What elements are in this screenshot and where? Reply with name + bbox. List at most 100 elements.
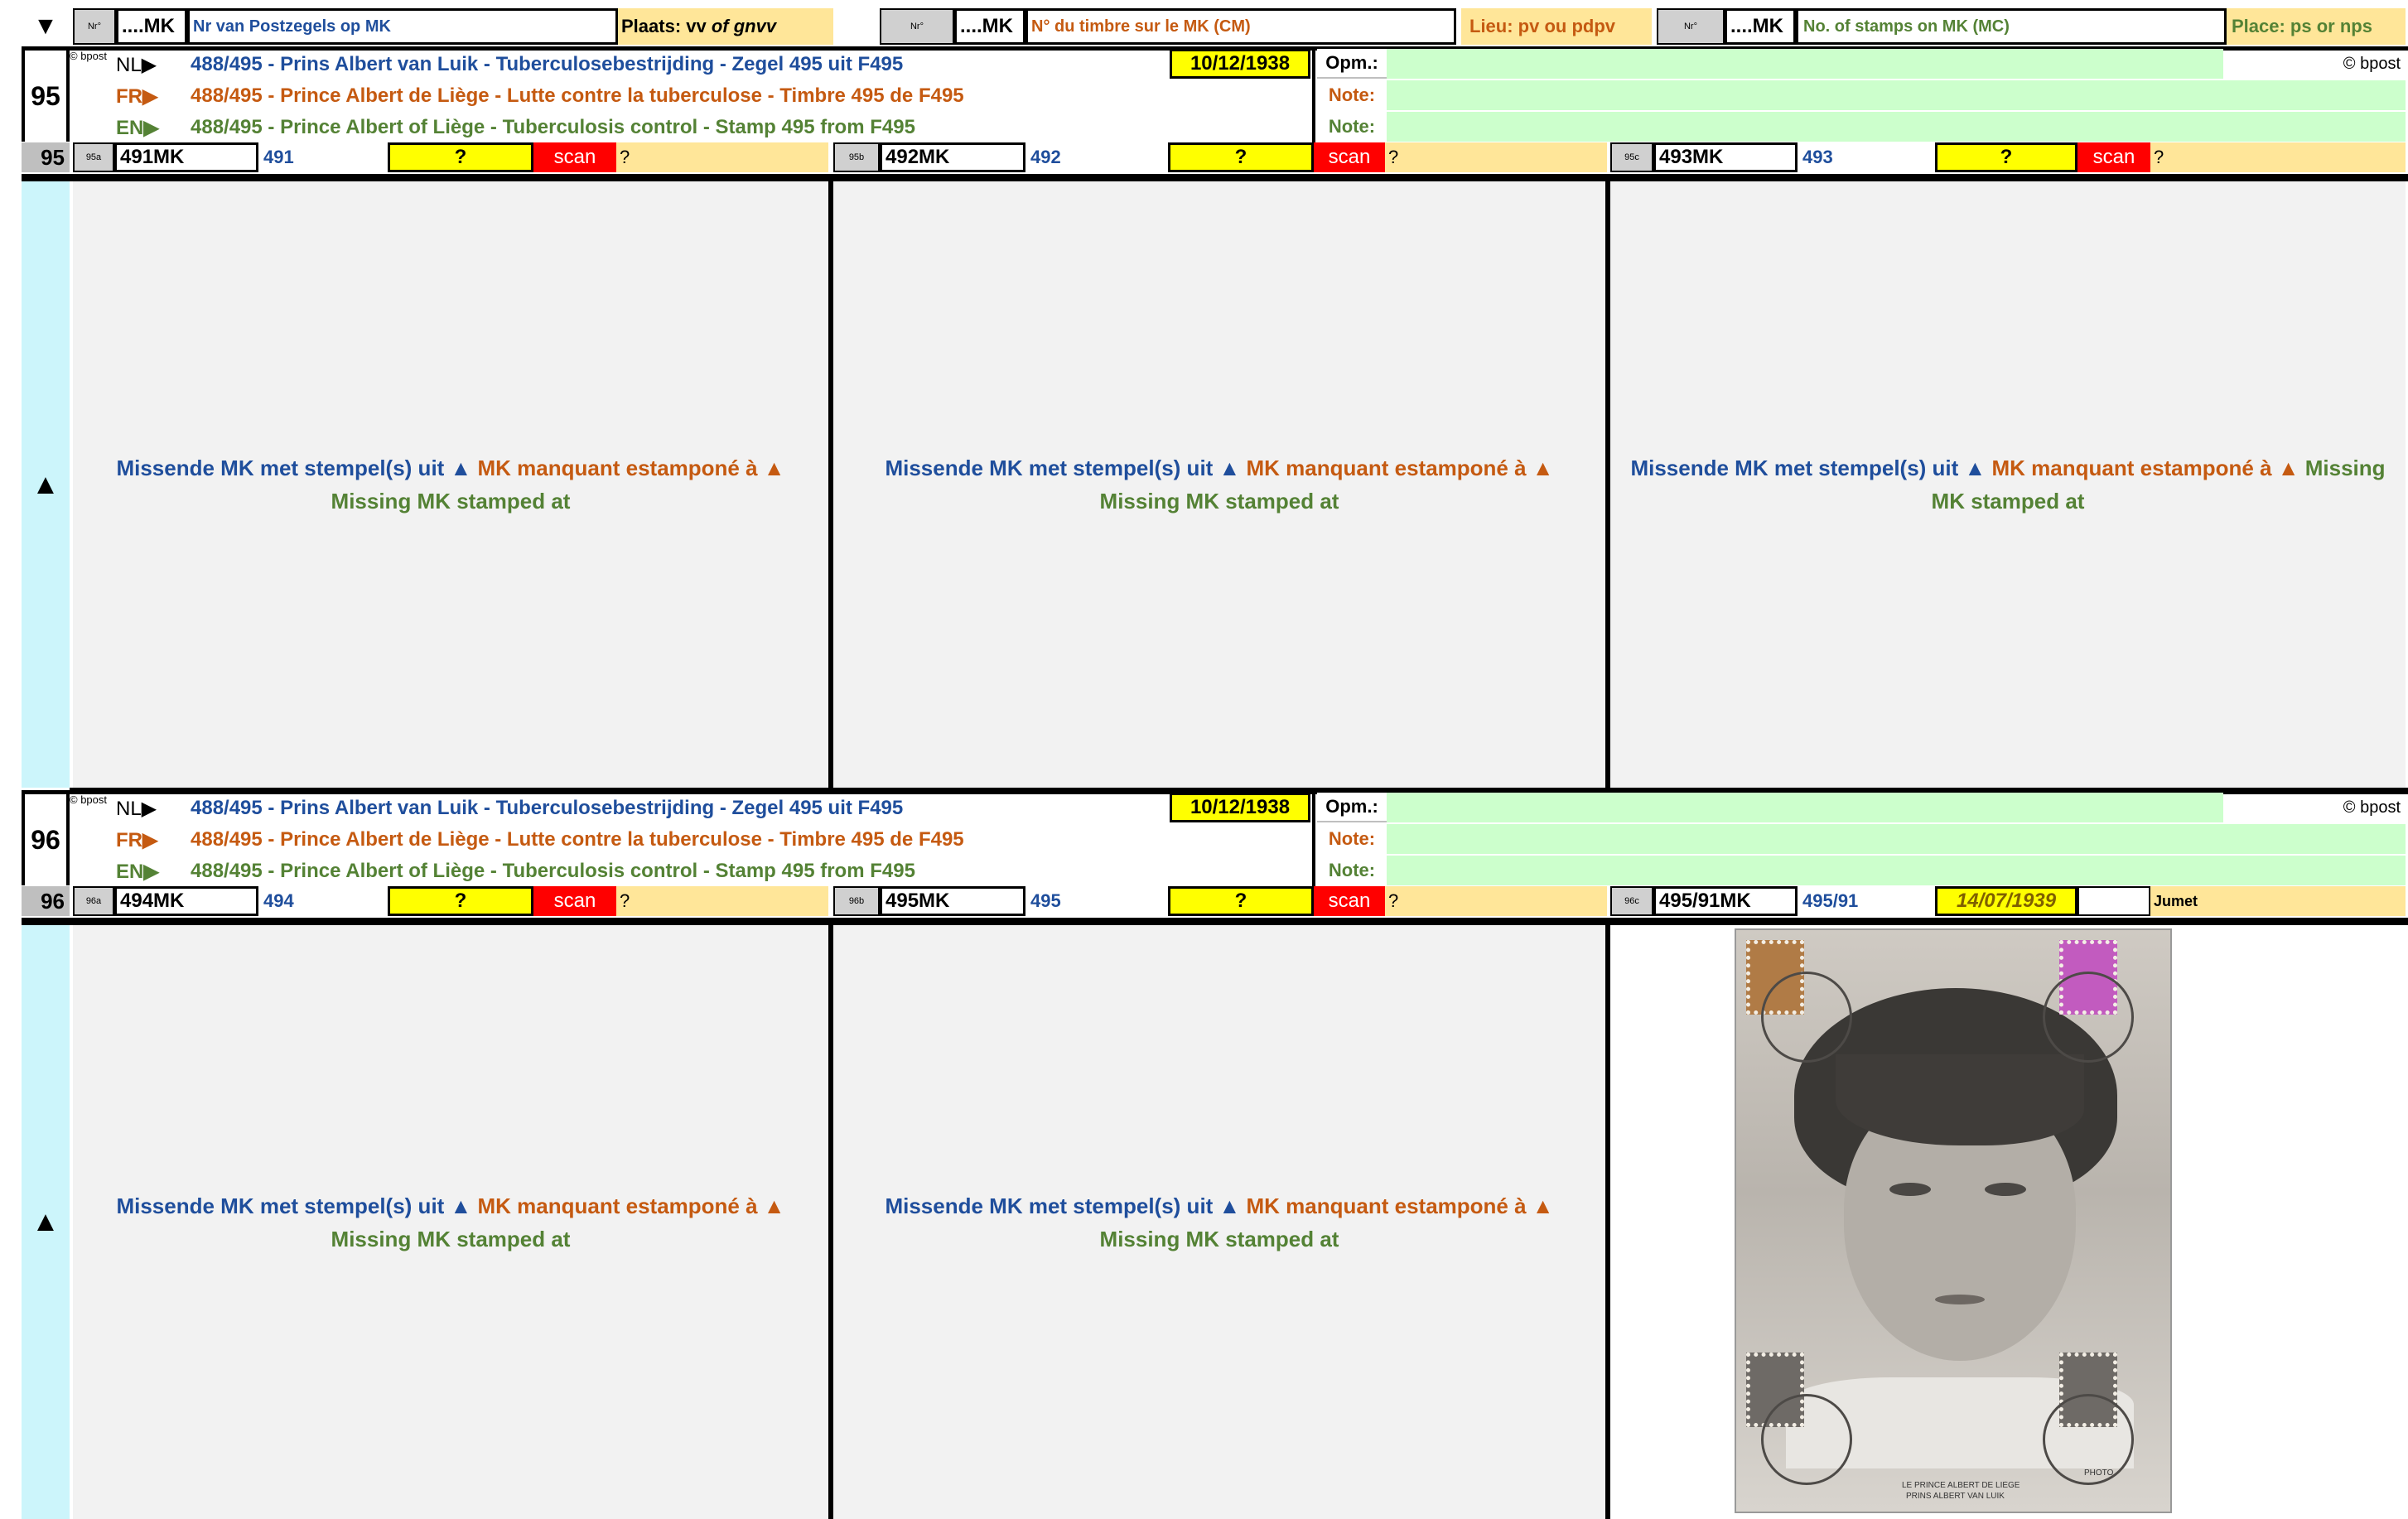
- note-en: Note:: [1328, 116, 1376, 137]
- header-desc-en: No. of stamps on MK (MC): [1796, 8, 2227, 45]
- note-field-1[interactable]: [1387, 793, 2223, 822]
- lang-nl: NL▶: [116, 53, 157, 76]
- portrait-eye: [1985, 1183, 2026, 1196]
- section-number: 96: [22, 794, 70, 885]
- issue-date: 10/12/1938: [1170, 49, 1310, 79]
- item-tag: 96a: [73, 886, 114, 916]
- item-place[interactable]: ?: [1385, 886, 1607, 916]
- section-95: 95 © bpost NL▶ 488/495 - Prins Albert va…: [0, 46, 2408, 792]
- item-blank: [2077, 886, 2150, 916]
- item-place[interactable]: ?: [616, 886, 828, 916]
- line-nl: NL▶ 488/495 - Prins Albert van Luik - Tu…: [116, 49, 1168, 80]
- header-desc-nl: Nr van Postzegels op MK: [187, 8, 618, 45]
- postmark-icon: [1761, 972, 1852, 1063]
- item-place[interactable]: Jumet: [2150, 886, 2406, 916]
- missing-card-panel: Missende MK met stempel(s) uit ▲ MK manq…: [73, 181, 828, 788]
- portrait-mouth: [1935, 1295, 1985, 1304]
- note-field-2[interactable]: [1387, 80, 2406, 110]
- item-tag: 96b: [833, 886, 880, 916]
- lang-fr: FR▶: [116, 84, 158, 108]
- portrait-fringe: [1836, 1054, 2084, 1145]
- note-opm: Opm.:: [1317, 49, 1387, 79]
- item-num: 491: [258, 142, 388, 172]
- item-mk: 495MK: [880, 886, 1025, 916]
- scan-button[interactable]: scan: [533, 886, 616, 916]
- postcard-photo-label: PHOTO: [2084, 1468, 2114, 1478]
- item-num: 495: [1025, 886, 1168, 916]
- section-number: 95: [22, 51, 70, 142]
- item-date[interactable]: ?: [388, 142, 533, 172]
- header-mk-nl: ....MK: [116, 8, 187, 45]
- missing-en: Missing MK stamped at: [331, 1226, 571, 1251]
- line-fr: FR▶ 488/495 - Prince Albert de Liège - L…: [116, 824, 1168, 856]
- note-field-2[interactable]: [1387, 824, 2406, 854]
- title-fr: 488/495 - Prince Albert de Liège - Lutte…: [191, 84, 964, 107]
- header-nr-fr: Nr°: [880, 8, 954, 45]
- sidebar-up-arrow[interactable]: ▲: [22, 181, 70, 788]
- scan-button[interactable]: scan: [533, 142, 616, 172]
- note-en: Note:: [1328, 860, 1376, 880]
- row-number: 96: [22, 886, 70, 916]
- bpost-small: © bpost: [70, 793, 107, 806]
- missing-card-panel: Missende MK met stempel(s) uit ▲ MK manq…: [833, 925, 1605, 1519]
- title-en: 488/495 - Prince Albert of Liège - Tuber…: [191, 116, 915, 138]
- missing-text: Missende MK met stempel(s) uit ▲ MK manq…: [866, 451, 1572, 518]
- header-mk-en: ....MK: [1725, 8, 1796, 45]
- note-fr: Note:: [1328, 828, 1376, 849]
- lang-en: EN▶: [116, 860, 159, 883]
- line-en: EN▶ 488/495 - Prince Albert of Liège - T…: [116, 856, 1168, 887]
- note-field-3[interactable]: [1387, 856, 2406, 885]
- missing-en: Missing MK stamped at: [331, 489, 571, 514]
- postcard-image[interactable]: PHOTO LE PRINCE ALBERT DE LIÈGE PRINS AL…: [1735, 928, 2172, 1513]
- postcard-caption-nl: PRINS ALBERT VAN LUIK: [1906, 1492, 2005, 1501]
- missing-text: Missende MK met stempel(s) uit ▲ MK manq…: [1617, 451, 2399, 518]
- missing-nl: Missende MK met stempel(s) uit ▲: [1630, 456, 1992, 480]
- missing-card-panel: Missende MK met stempel(s) uit ▲ MK manq…: [1610, 181, 2406, 788]
- header-nr-en: Nr°: [1657, 8, 1725, 45]
- item-place[interactable]: ?: [2150, 142, 2406, 172]
- item-tag: 96c: [1610, 886, 1653, 916]
- scan-button[interactable]: scan: [1314, 142, 1385, 172]
- scan-button[interactable]: scan: [1314, 886, 1385, 916]
- header-place-nl-prefix: Plaats: vv: [621, 16, 707, 36]
- missing-nl: Missende MK met stempel(s) uit ▲: [885, 1193, 1247, 1218]
- item-date[interactable]: ?: [388, 886, 533, 916]
- missing-nl: Missende MK met stempel(s) uit ▲: [116, 1193, 478, 1218]
- postmark-icon: [2043, 972, 2134, 1063]
- section-96: 96 © bpost NL▶ 488/495 - Prins Albert va…: [0, 790, 2408, 1519]
- sort-down-arrow[interactable]: ▼: [22, 8, 70, 45]
- line-en: EN▶ 488/495 - Prince Albert of Liège - T…: [116, 112, 1168, 143]
- item-date[interactable]: 14/07/1939: [1935, 886, 2077, 916]
- postcard-panel: PHOTO LE PRINCE ALBERT DE LIÈGE PRINS AL…: [1610, 925, 2406, 1519]
- item-num: 492: [1025, 142, 1168, 172]
- line-nl: NL▶ 488/495 - Prins Albert van Luik - Tu…: [116, 793, 1168, 824]
- portrait-eye: [1889, 1183, 1931, 1196]
- item-mk: 492MK: [880, 142, 1025, 172]
- header-nr-nl: Nr°: [73, 8, 116, 45]
- issue-date: 10/12/1938: [1170, 793, 1310, 822]
- divider-line: [1312, 46, 1315, 144]
- item-mk: 494MK: [114, 886, 258, 916]
- header-bar: ▼ Nr° ....MK Nr van Postzegels op MK Pla…: [0, 0, 2408, 48]
- lang-fr: FR▶: [116, 828, 158, 851]
- row-number: 95: [22, 142, 70, 172]
- missing-text: Missende MK met stempel(s) uit ▲ MK manq…: [106, 451, 795, 518]
- divider: [22, 918, 2408, 925]
- missing-fr: MK manquant estamponé à ▲: [1246, 456, 1554, 480]
- scan-button[interactable]: scan: [2077, 142, 2150, 172]
- header-place-en: Place: ps or nps: [2227, 8, 2406, 45]
- item-date[interactable]: ?: [1168, 142, 1314, 172]
- item-date[interactable]: ?: [1168, 886, 1314, 916]
- line-fr: FR▶ 488/495 - Prince Albert de Liège - L…: [116, 80, 1168, 112]
- lang-en: EN▶: [116, 116, 159, 139]
- note-field-3[interactable]: [1387, 112, 2406, 142]
- missing-fr: MK manquant estamponé à ▲: [1246, 1193, 1554, 1218]
- title-en: 488/495 - Prince Albert of Liège - Tuber…: [191, 860, 915, 882]
- sidebar-up-arrow[interactable]: ▲: [22, 925, 70, 1519]
- item-place[interactable]: ?: [616, 142, 828, 172]
- note-field-1[interactable]: [1387, 49, 2223, 79]
- item-mk: 493MK: [1653, 142, 1798, 172]
- item-date[interactable]: ?: [1935, 142, 2077, 172]
- item-place[interactable]: ?: [1385, 142, 1607, 172]
- header-place-nl: Plaats: vv of gnvv: [618, 8, 833, 45]
